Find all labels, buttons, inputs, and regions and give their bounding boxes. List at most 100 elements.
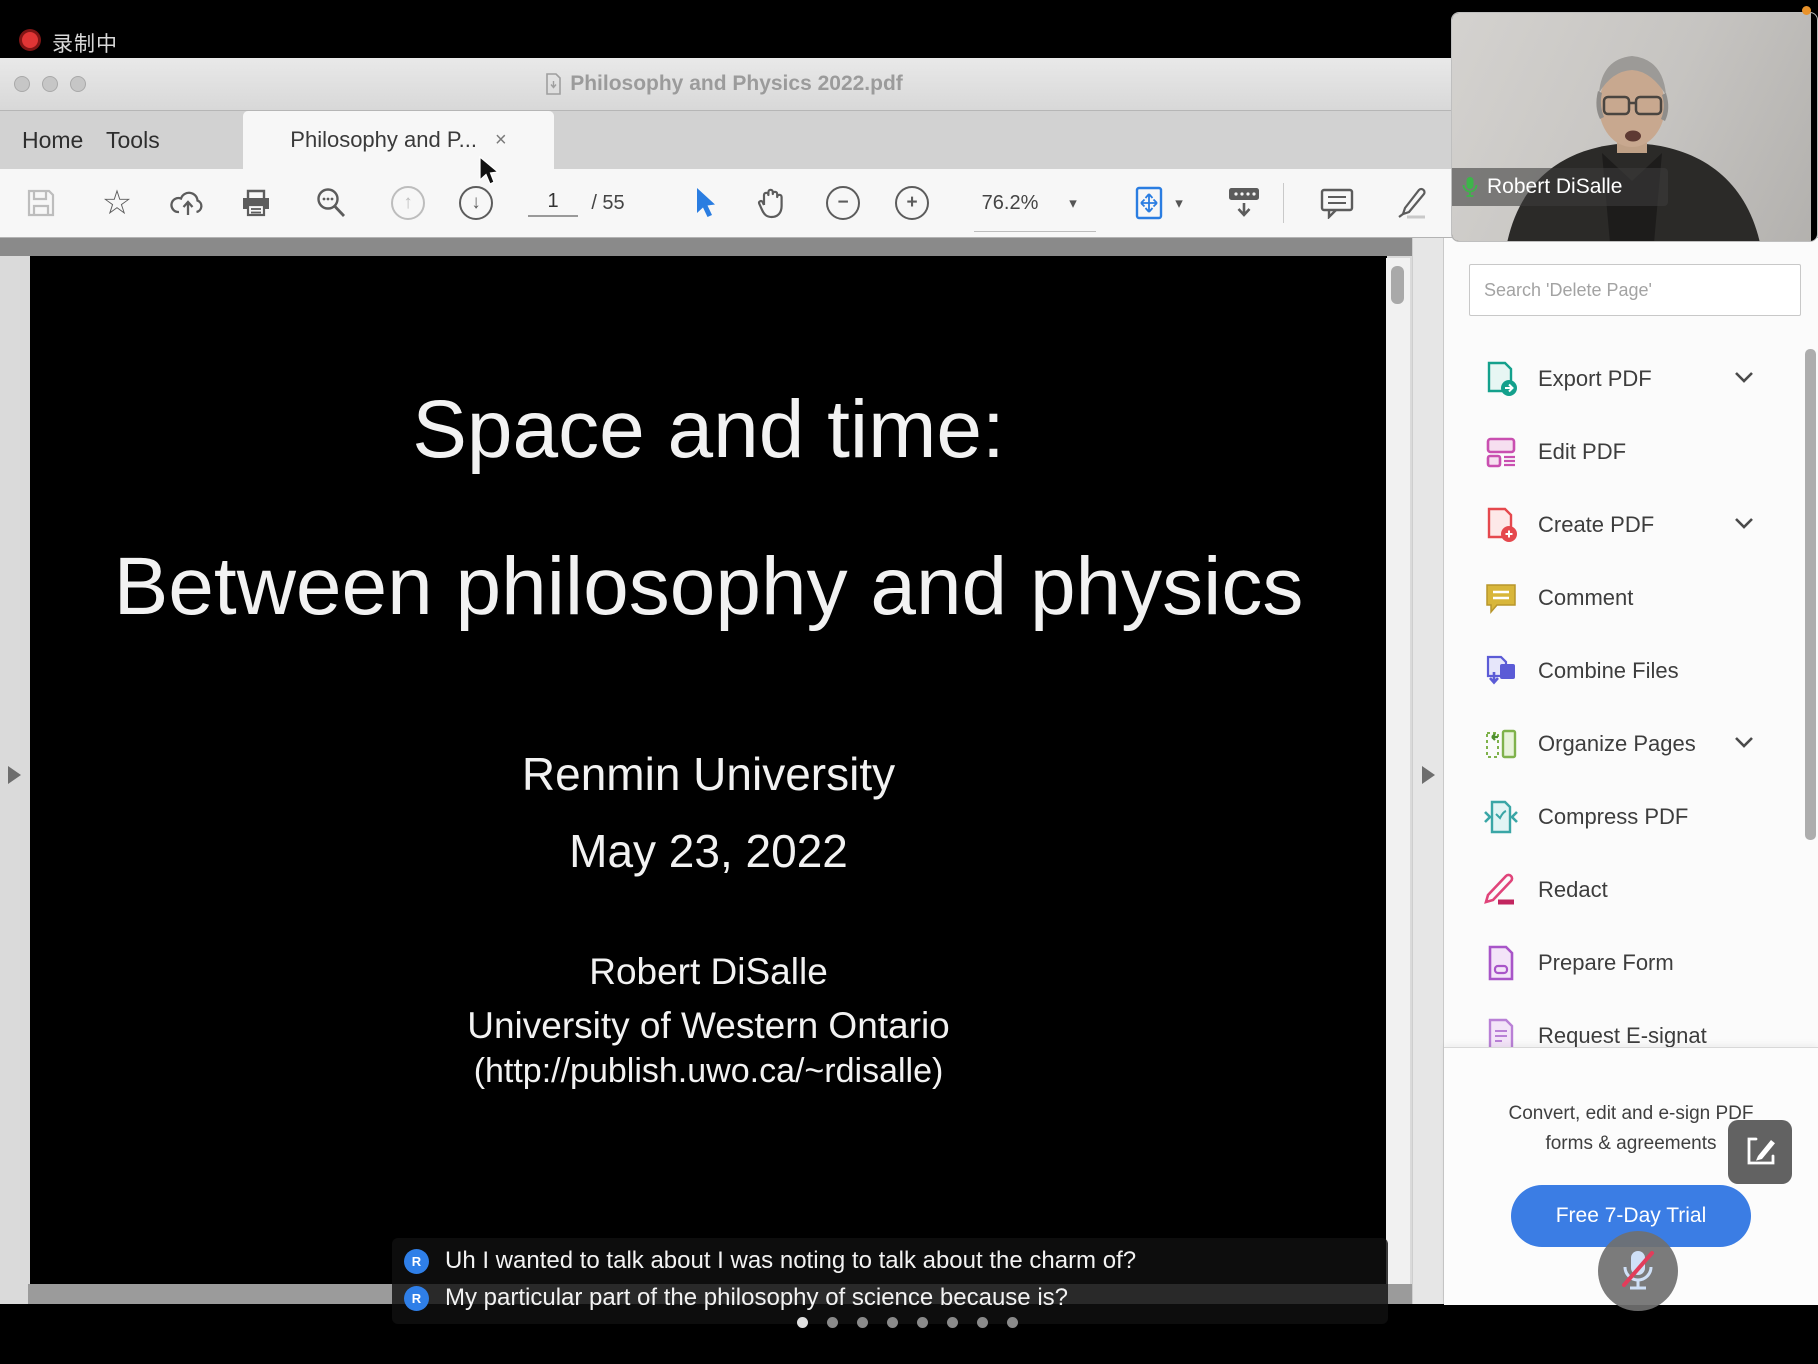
mute-microphone-button[interactable] <box>1598 1231 1678 1311</box>
document-scrollbar-thumb[interactable] <box>1391 266 1404 304</box>
sidebar-tool-prepare-form[interactable]: Prepare Form <box>1444 926 1818 999</box>
mic-on-icon <box>1462 177 1478 197</box>
caption-dot[interactable] <box>977 1317 988 1328</box>
sidebar-tool-label: Combine Files <box>1538 657 1679 683</box>
tab-document[interactable]: Philosophy and P... × <box>243 111 554 169</box>
comment-icon[interactable] <box>1319 169 1355 237</box>
pdf-slide-page: Space and time: Between philosophy and p… <box>30 256 1387 1284</box>
document-scrollbar[interactable] <box>1386 258 1410 1284</box>
esign-pen-icon[interactable] <box>1728 1120 1792 1184</box>
page-number-input[interactable]: 1 <box>528 169 578 237</box>
zoom-level-value[interactable]: 76.2% <box>975 169 1045 237</box>
combine-files-icon <box>1482 652 1520 690</box>
sidebar-scrollbar-thumb[interactable] <box>1805 349 1816 840</box>
highlighter-icon[interactable] <box>1390 169 1430 237</box>
organize-pages-icon <box>1482 725 1520 763</box>
caption-dot[interactable] <box>917 1317 928 1328</box>
mouse-cursor <box>479 156 500 185</box>
zoom-field-underline <box>974 231 1096 232</box>
fit-dropdown-icon[interactable]: ▾ <box>1170 169 1188 237</box>
fit-page-icon[interactable] <box>1131 169 1167 237</box>
redact-icon <box>1482 871 1520 909</box>
page-count-label: / 55 <box>591 191 625 214</box>
tools-sidebar: Export PDF Edit PDF Create PDF Comment Combi… <box>1443 238 1818 1305</box>
tab-tools[interactable]: Tools <box>106 111 160 169</box>
chevron-down-icon[interactable] <box>1734 735 1754 753</box>
star-icon[interactable]: ☆ <box>99 169 135 237</box>
participant-name: Robert DiSalle <box>1487 175 1623 198</box>
comment-icon <box>1482 579 1520 617</box>
toolbar-hide-icon[interactable] <box>1224 169 1264 237</box>
zoom-in-icon[interactable]: + <box>894 169 930 237</box>
export-pdf-icon <box>1482 360 1520 398</box>
slide-affiliation: University of Western Ontario <box>467 1005 950 1046</box>
caption-dot[interactable] <box>827 1317 838 1328</box>
camera-indicator-icon <box>1802 6 1811 15</box>
hand-tool-icon[interactable] <box>753 169 789 237</box>
zoom-dropdown-icon[interactable]: ▾ <box>1063 169 1083 237</box>
caption-line: R Uh I wanted to talk about I was noting … <box>404 1247 1136 1275</box>
open-navigation-pane-icon[interactable] <box>8 766 21 784</box>
caption-page-dots[interactable] <box>797 1317 1018 1328</box>
tools-pane-collapse-strip <box>1412 238 1443 1304</box>
slide-url: (http://publish.uwo.ca/~rdisalle) <box>473 1052 944 1090</box>
caption-text: Uh I wanted to talk about I was noting t… <box>445 1247 1137 1274</box>
slide-title-line2: Between philosophy and physics <box>113 541 1304 632</box>
chevron-down-icon[interactable] <box>1734 370 1754 388</box>
create-pdf-icon <box>1482 506 1520 544</box>
tab-document-label: Philosophy and P... <box>290 127 478 152</box>
sidebar-tool-redact[interactable]: Redact <box>1444 853 1818 926</box>
slide-date: May 23, 2022 <box>569 825 848 877</box>
slide-title-line1: Space and time: <box>412 384 1005 475</box>
edit-pdf-icon <box>1482 433 1520 471</box>
select-tool-icon[interactable] <box>688 169 724 237</box>
sidebar-tool-export-pdf[interactable]: Export PDF <box>1444 342 1818 415</box>
page-up-icon[interactable]: ↑ <box>390 169 426 237</box>
webcam-tile[interactable]: Robert DiSalle <box>1451 12 1818 242</box>
caption-dot[interactable] <box>887 1317 898 1328</box>
caption-dot[interactable] <box>947 1317 958 1328</box>
sidebar-tool-create-pdf[interactable]: Create PDF <box>1444 488 1818 561</box>
sidebar-tool-organize-pages[interactable]: Organize Pages <box>1444 707 1818 780</box>
mic-muted-icon <box>1622 1251 1654 1290</box>
collapse-tools-pane-icon[interactable] <box>1422 766 1435 784</box>
tools-list: Export PDF Edit PDF Create PDF Comment Combi… <box>1444 342 1818 1047</box>
tools-search[interactable] <box>1469 264 1801 316</box>
prepare-form-icon <box>1482 944 1520 982</box>
caption-dot[interactable] <box>857 1317 868 1328</box>
chevron-down-icon[interactable] <box>1734 516 1754 534</box>
caption-line: R My particular part of the philosophy of… <box>404 1284 1068 1312</box>
search-icon[interactable] <box>313 169 349 237</box>
sidebar-tool-label: Organize Pages <box>1538 730 1696 756</box>
caption-dot[interactable] <box>797 1317 808 1328</box>
sidebar-tool-label: Redact <box>1538 876 1608 902</box>
sidebar-tool-label: Compress PDF <box>1538 803 1689 829</box>
cloud-upload-icon[interactable] <box>170 169 206 237</box>
caption-dot[interactable] <box>1007 1317 1018 1328</box>
print-icon[interactable] <box>238 169 274 237</box>
caption-text: My particular part of the philosophy of … <box>445 1284 1069 1311</box>
slide-author: Robert DiSalle <box>589 951 828 992</box>
tools-search-input[interactable] <box>1470 279 1800 301</box>
pdf-document-icon <box>546 73 561 95</box>
sidebar-tool-combine-files[interactable]: Combine Files <box>1444 634 1818 707</box>
tab-close-icon[interactable]: × <box>495 130 507 150</box>
participant-name-tag: Robert DiSalle <box>1452 168 1668 206</box>
window-title: Philosophy and Physics 2022.pdf <box>0 58 1448 110</box>
tab-home[interactable]: Home <box>22 111 83 169</box>
zoom-out-icon[interactable]: − <box>825 169 861 237</box>
sidebar-tool-edit-pdf[interactable]: Edit PDF <box>1444 415 1818 488</box>
recording-indicator-icon <box>22 32 38 48</box>
slide-venue: Renmin University <box>521 748 896 800</box>
save-icon[interactable] <box>23 169 59 237</box>
sidebar-tool-label: Edit PDF <box>1538 438 1627 464</box>
sidebar-tool-request-e-signat[interactable]: Request E-signat <box>1444 999 1818 1047</box>
acrobat-window: Philosophy and Physics 2022.pdf Home Too… <box>0 58 1818 1305</box>
document-pane: Space and time: Between philosophy and p… <box>0 238 1412 1304</box>
window-content: Space and time: Between philosophy and p… <box>0 238 1818 1305</box>
sidebar-tool-compress-pdf[interactable]: Compress PDF <box>1444 780 1818 853</box>
sidebar-tool-label: Request E-signat <box>1538 1022 1707 1048</box>
sidebar-tool-label: Comment <box>1538 584 1634 610</box>
sidebar-tool-comment[interactable]: Comment <box>1444 561 1818 634</box>
sidebar-tool-label: Export PDF <box>1538 365 1652 391</box>
